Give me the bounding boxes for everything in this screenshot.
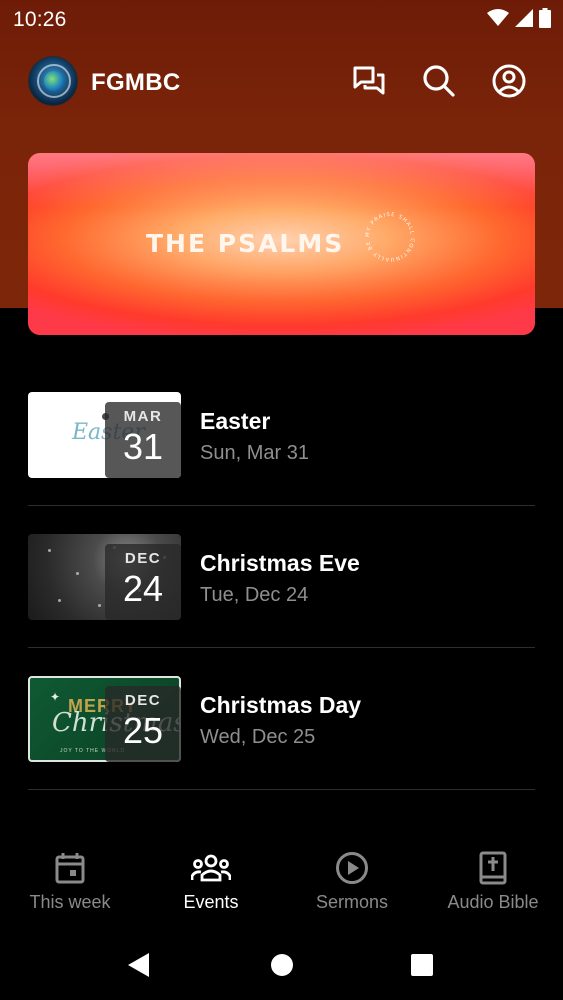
praise-seal-icon: MY PRAISE SHALL CONTINUALLY BE IN MY MOU…: [363, 210, 415, 262]
account-icon[interactable]: [491, 63, 527, 99]
church-logo-avatar[interactable]: [28, 56, 78, 106]
nav-item-audio-bible[interactable]: Audio Bible: [423, 850, 563, 913]
status-bar: 10:26: [0, 0, 563, 40]
event-title: Christmas Eve: [200, 550, 360, 576]
people-icon: [141, 850, 281, 886]
svg-text:MY PRAISE SHALL CONTINUALLY BE: MY PRAISE SHALL CONTINUALLY BE IN MY MOU…: [363, 210, 415, 262]
event-title: Easter: [200, 408, 271, 434]
nav-label: Events: [183, 892, 239, 912]
nav-label: Sermons: [315, 892, 389, 912]
signal-icon: [515, 9, 533, 32]
bottom-navigation: This week Events Sermons Audio Bible: [0, 840, 563, 930]
app-title: FGMBC: [91, 69, 181, 96]
nav-label: This week: [29, 892, 111, 912]
status-icons: [487, 8, 551, 33]
event-date: Sun, Mar 31: [200, 442, 309, 464]
banner-title: THE PSALMS: [146, 229, 345, 258]
divider: [28, 647, 535, 648]
event-date: Wed, Dec 25: [200, 726, 316, 748]
date-badge: DEC 25: [105, 686, 181, 762]
wifi-icon: [487, 9, 509, 32]
divider: [28, 789, 535, 790]
event-date: Tue, Dec 24: [200, 584, 309, 606]
nav-item-sermons[interactable]: Sermons: [282, 850, 422, 913]
date-badge: MAR 31: [105, 402, 181, 478]
divider: [28, 505, 535, 506]
home-icon[interactable]: [267, 950, 297, 980]
nav-label: Audio Bible: [447, 892, 539, 912]
system-navigation-bar: [0, 930, 563, 1000]
event-item-christmas-day[interactable]: ✦ MERRY Christmas JOY TO THE WORLD DEC 2…: [28, 676, 535, 818]
event-item-christmas-eve[interactable]: DEC 24 Christmas Eve Tue, Dec 24: [28, 534, 535, 676]
battery-icon: [539, 8, 551, 33]
bible-icon: [423, 850, 563, 886]
app-bar: FGMBC: [0, 54, 563, 110]
nav-item-events[interactable]: Events: [141, 850, 281, 913]
event-title: Christmas Day: [200, 692, 362, 718]
featured-series-banner[interactable]: THE PSALMS MY PRAISE SHALL CONTINUALLY B…: [28, 153, 535, 335]
play-circle-icon: [282, 850, 422, 886]
search-icon[interactable]: [421, 63, 457, 99]
recents-icon[interactable]: [407, 950, 437, 980]
status-time: 10:26: [13, 8, 67, 31]
nav-item-this-week[interactable]: This week: [0, 850, 140, 913]
back-icon[interactable]: [124, 950, 154, 980]
date-badge: DEC 24: [105, 544, 181, 620]
calendar-icon: [0, 850, 140, 886]
chat-icon[interactable]: [351, 63, 387, 99]
event-item-easter[interactable]: Easter MAR 31 Easter Sun, Mar 31: [28, 392, 535, 534]
